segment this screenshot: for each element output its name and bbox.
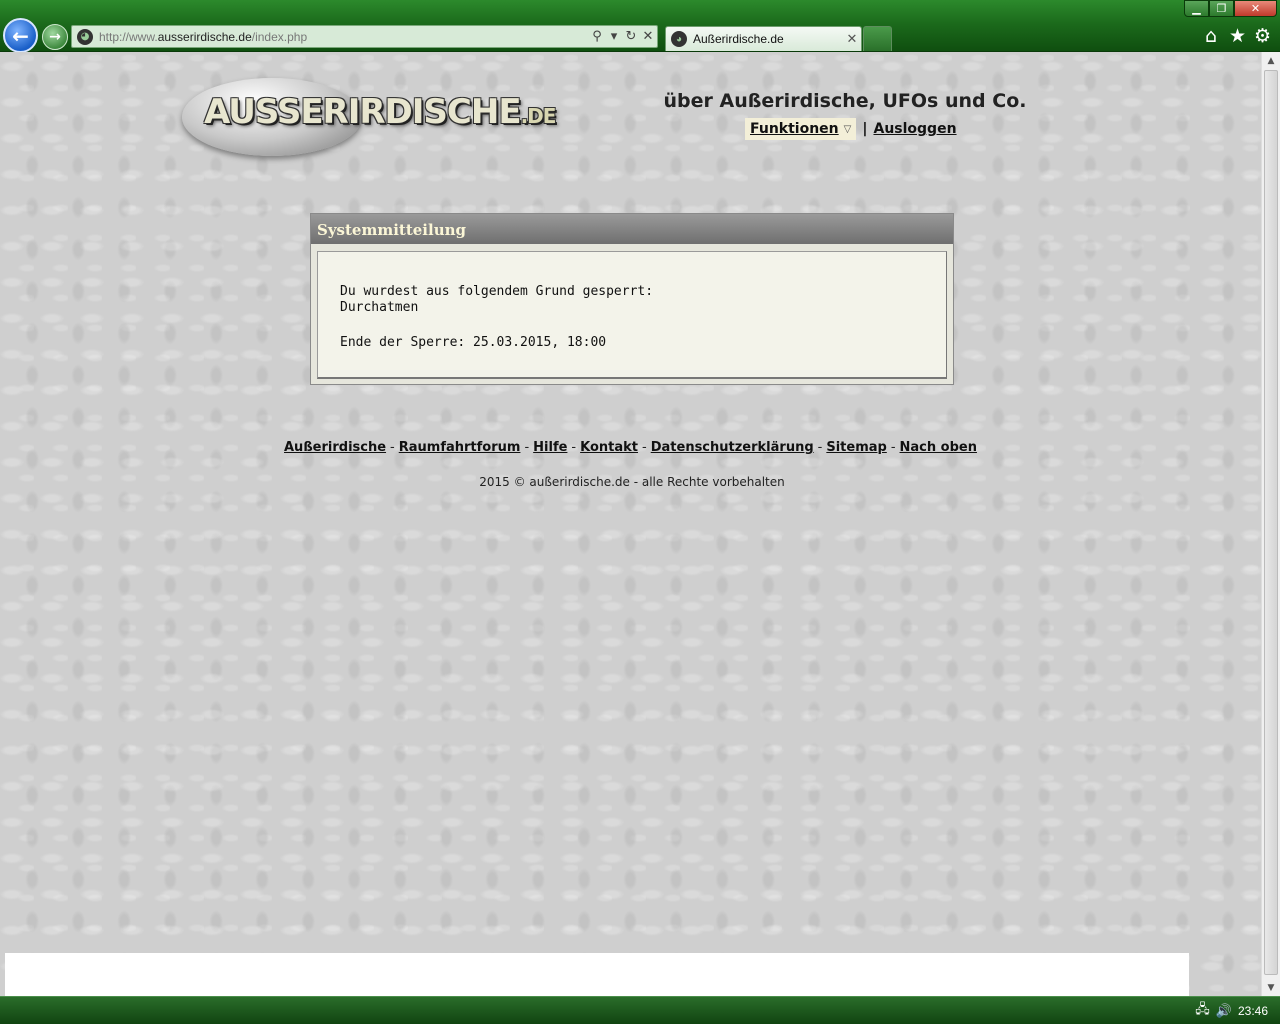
system-message-box: Systemmitteilung Du wurdest aus folgende… <box>310 213 954 385</box>
scroll-thumb[interactable] <box>1264 70 1278 975</box>
system-message-title: Systemmitteilung <box>311 214 953 244</box>
footer-link-kontakt[interactable]: Kontakt <box>580 440 638 455</box>
footer-links: Außerirdische - Raumfahrtforum - Hilfe - Konta… <box>0 440 1261 455</box>
forward-arrow-icon: → <box>49 29 61 45</box>
functions-menu[interactable]: Funktionen ▽ <box>745 118 857 140</box>
maximize-button[interactable]: ❐ <box>1209 0 1234 17</box>
back-button[interactable]: ← <box>3 18 38 53</box>
network-icon[interactable]: 🖧 <box>1195 1000 1210 1022</box>
url-domain: ausserirdische.de <box>157 29 252 44</box>
forward-button[interactable]: → <box>42 24 68 50</box>
minimize-button[interactable]: ▁ <box>1184 0 1209 17</box>
clock[interactable]: 23:46 <box>1238 1004 1268 1018</box>
gear-icon[interactable]: ⚙ <box>1254 26 1271 46</box>
stop-icon[interactable]: ✕ <box>640 29 656 44</box>
page-viewport: AUSSERIRDISCHE.DE über Außerirdische, UF… <box>0 52 1261 996</box>
system-message-body: Du wurdest aus folgendem Grund gesperrt:… <box>317 251 947 379</box>
refresh-icon[interactable]: ↻ <box>623 29 639 44</box>
star-icon[interactable]: ★ <box>1229 26 1246 46</box>
dropdown-icon[interactable]: ▾ <box>606 29 622 44</box>
header-nav: Funktionen ▽ | Ausloggen <box>745 118 957 140</box>
alien-favicon-icon: ◕ <box>671 31 687 47</box>
scroll-down-icon[interactable]: ▼ <box>1262 979 1280 996</box>
footer-separator: - <box>642 440 647 455</box>
volume-icon[interactable]: 🔊 <box>1216 1003 1232 1019</box>
alien-favicon-icon: ◕ <box>77 28 93 45</box>
logo-suffix: .DE <box>520 104 557 128</box>
footer-link-nach-oben[interactable]: Nach oben <box>900 440 977 455</box>
footer-link-hilfe[interactable]: Hilfe <box>533 440 567 455</box>
tab-ausserirdische[interactable]: ◕ Außerirdische.de ✕ <box>665 26 862 51</box>
ban-reason: Durchatmen <box>340 300 419 315</box>
scroll-up-icon[interactable]: ▲ <box>1262 52 1280 69</box>
copyright-text: 2015 © außerirdische.de - alle Rechte vo… <box>479 475 785 489</box>
taskbar: 🖧 🔊 23:46 <box>0 996 1280 1024</box>
footer-separator: - <box>390 440 395 455</box>
tab-close-icon[interactable]: ✕ <box>843 31 861 47</box>
home-icon[interactable]: ⌂ <box>1205 26 1217 46</box>
footer-separator: - <box>890 440 896 455</box>
site-tagline: über Außerirdische, UFOs und Co. <box>663 90 1027 112</box>
search-icon[interactable]: ⚲ <box>589 29 605 44</box>
tab-title: Außerirdische.de <box>693 32 784 46</box>
logo-text: AUSSERIRDISCHE.DE <box>204 92 557 132</box>
ban-end-date: Ende der Sperre: 25.03.2015, 18:00 <box>340 335 607 350</box>
logo-main: AUSSERIRDISCHE <box>204 92 522 132</box>
new-tab-button[interactable] <box>863 26 892 51</box>
url-path: /index.php <box>251 29 308 44</box>
url-prefix: http://www. <box>99 29 158 44</box>
footer-link-ausserirdische[interactable]: Außerirdische <box>284 440 386 455</box>
logout-link[interactable]: Ausloggen <box>873 121 956 137</box>
url-text[interactable]: http://www.ausserirdische.de/index.php <box>99 30 589 44</box>
vertical-scrollbar[interactable]: ▲ ▼ <box>1261 52 1280 996</box>
footer-link-raumfahrtforum[interactable]: Raumfahrtforum <box>399 440 521 455</box>
footer-separator: - <box>524 440 530 455</box>
ban-reason-intro: Du wurdest aus folgendem Grund gesperrt: <box>340 284 654 299</box>
system-tray: 🖧 🔊 23:46 <box>1189 997 1280 1024</box>
site-logo[interactable]: AUSSERIRDISCHE.DE <box>180 72 557 160</box>
footer-separator: - <box>817 440 823 455</box>
functions-menu-label[interactable]: Funktionen <box>750 121 839 137</box>
chevron-down-icon[interactable]: ▽ <box>844 124 852 135</box>
footer-separator: - <box>571 440 577 455</box>
nav-separator: | <box>862 121 868 137</box>
footer-link-datenschutz[interactable]: Datenschutzerklärung <box>651 440 814 455</box>
footer-link-sitemap[interactable]: Sitemap <box>826 440 886 455</box>
close-window-button[interactable]: ✕ <box>1234 0 1277 17</box>
address-bar[interactable]: ◕ http://www.ausserirdische.de/index.php… <box>71 25 658 48</box>
back-arrow-icon: ← <box>12 23 29 48</box>
browser-toolbar: ▁ ❐ ✕ ← → ◕ http://www.ausserirdische.de… <box>0 0 1280 53</box>
